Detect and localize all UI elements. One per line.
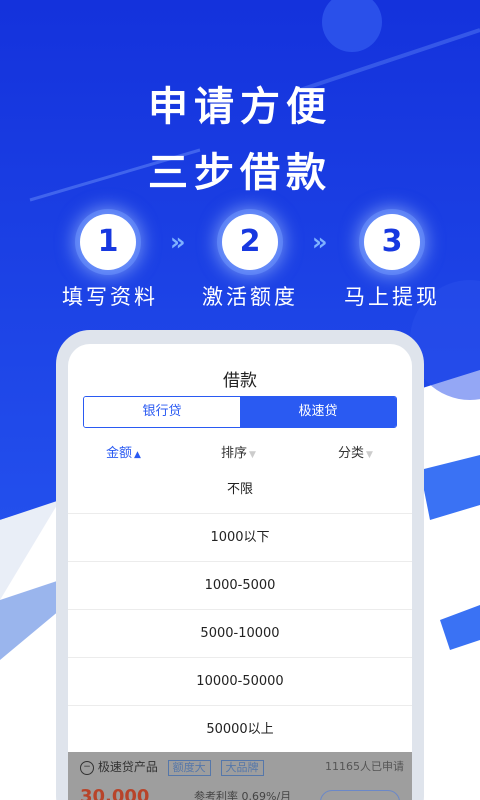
amount-option[interactable]: 1000以下 [68, 514, 412, 562]
filter-sort[interactable]: 排序 ▼ [221, 442, 256, 461]
step-1-label: 填写资料 [62, 285, 158, 309]
headline-line-1: 申请方便 [148, 84, 332, 130]
caret-up-icon: ▲ [134, 450, 141, 460]
filter-sort-label: 排序 [221, 446, 248, 461]
product-card-dimmed: − 极速贷产品 额度大 大品牌 11165人已申请 30,000 参考利率 0.… [68, 752, 412, 800]
step-2-label: 激活额度 [202, 285, 298, 309]
amount-option[interactable]: 10000-50000 [68, 658, 412, 706]
step-3-label: 马上提现 [344, 285, 440, 309]
arrow-icon: » [312, 228, 327, 256]
step-1-badge: 1 [80, 214, 136, 270]
product-rate: 参考利率 0.69%/月 [194, 790, 292, 800]
phone-screen: 借款 银行贷 极速贷 金额 ▲ 排序 ▼ 分类 ▼ 不限 1000以下 1000-50… [68, 344, 412, 800]
filter-amount-label: 金额 [106, 446, 133, 461]
step-3-badge: 3 [364, 214, 420, 270]
product-header: − 极速贷产品 额度大 大品牌 11165人已申请 [80, 758, 404, 778]
step-2-badge: 2 [222, 214, 278, 270]
minus-circle-icon: − [80, 760, 94, 775]
tab-bank-loan[interactable]: 银行贷 [84, 397, 240, 427]
applicant-count: 11165人已申请 [325, 760, 404, 773]
arrow-icon: » [170, 228, 185, 256]
product-tag: 大品牌 [220, 760, 264, 776]
filter-bar: 金额 ▲ 排序 ▼ 分类 ▼ [68, 442, 412, 462]
amount-option[interactable]: 5000-10000 [68, 610, 412, 658]
caret-down-icon: ▼ [366, 450, 373, 460]
filter-category[interactable]: 分类 ▼ [338, 442, 373, 461]
caret-down-icon: ▼ [249, 450, 256, 460]
filter-category-label: 分类 [338, 446, 365, 461]
tab-fast-loan[interactable]: 极速贷 [240, 397, 396, 427]
page-title: 借款 [223, 371, 257, 391]
loan-type-tabs: 银行贷 极速贷 [83, 396, 397, 428]
filter-amount[interactable]: 金额 ▲ [106, 442, 141, 461]
amount-option[interactable]: 50000以上 [68, 706, 412, 754]
apply-button[interactable] [320, 790, 400, 800]
amount-option[interactable]: 1000-5000 [68, 562, 412, 610]
product-name: 极速贷产品 [97, 760, 158, 774]
headline-line-2: 三步借款 [148, 150, 332, 196]
product-tag: 额度大 [167, 760, 211, 776]
product-amount: 30,000 [80, 786, 150, 800]
amount-option[interactable]: 不限 [68, 466, 412, 514]
